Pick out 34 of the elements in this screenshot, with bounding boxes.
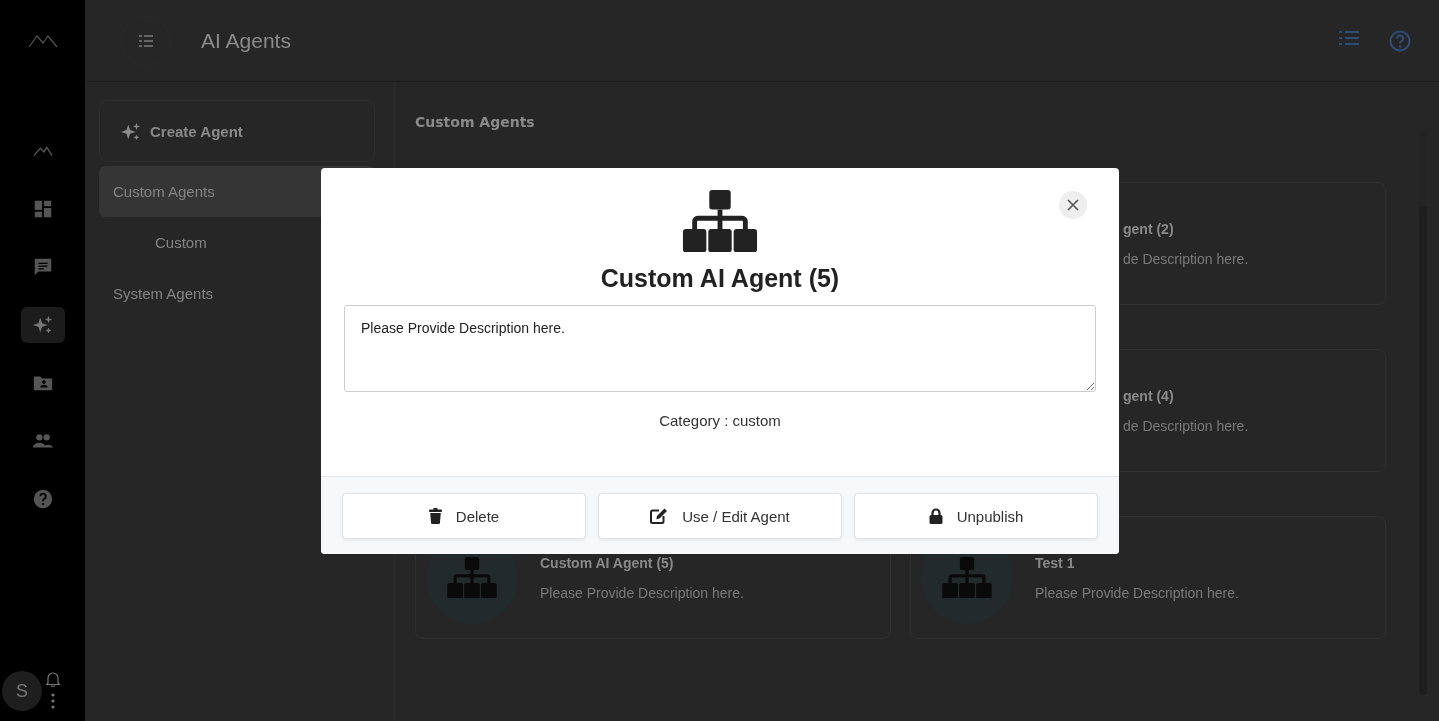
sidebar-item[interactable]: Custom <box>99 217 375 268</box>
card-description: de Description here. <box>1123 417 1249 434</box>
edit-icon <box>650 508 669 524</box>
delete-button[interactable]: Delete <box>342 493 586 539</box>
card-description: de Description here. <box>1123 250 1249 267</box>
card-title: gent (2) <box>1123 220 1175 237</box>
user-avatar[interactable]: S <box>2 671 42 711</box>
card-title: gent (4) <box>1123 387 1175 404</box>
description-field[interactable]: Please Provide Description here. <box>344 305 1096 393</box>
create-agent-button[interactable]: Create Agent <box>99 100 375 162</box>
section-heading: Custom Agents <box>415 114 536 130</box>
sparkles-icon[interactable] <box>20 307 65 343</box>
category-label: Category : custom <box>659 412 781 430</box>
lock-icon <box>928 508 943 524</box>
card-description: Please Provide Description here. <box>540 584 744 601</box>
lock-button[interactable]: Unpublish <box>854 493 1098 539</box>
sitemap-icon <box>446 556 498 599</box>
close-button[interactable] <box>1059 191 1087 219</box>
dialog-title: Custom AI Agent (5) <box>600 264 840 294</box>
sparkles-icon <box>120 121 142 141</box>
list-icon[interactable] <box>1339 29 1359 46</box>
edit-button[interactable]: Use / Edit Agent <box>598 493 842 539</box>
sitemap-icon <box>681 190 759 253</box>
close-icon <box>1067 199 1079 211</box>
card-description: Please Provide Description here. <box>1035 584 1239 601</box>
card-title: Custom AI Agent (5) <box>540 554 675 571</box>
bell-icon[interactable] <box>46 671 60 687</box>
sitemap-icon <box>941 556 993 599</box>
list-icon <box>139 34 153 47</box>
help-icon[interactable] <box>1389 29 1411 52</box>
card-title: Test 1 <box>1035 554 1076 571</box>
more-icon[interactable] <box>51 693 55 709</box>
page-title: AI Agents <box>201 28 291 53</box>
trash-icon <box>428 508 442 524</box>
